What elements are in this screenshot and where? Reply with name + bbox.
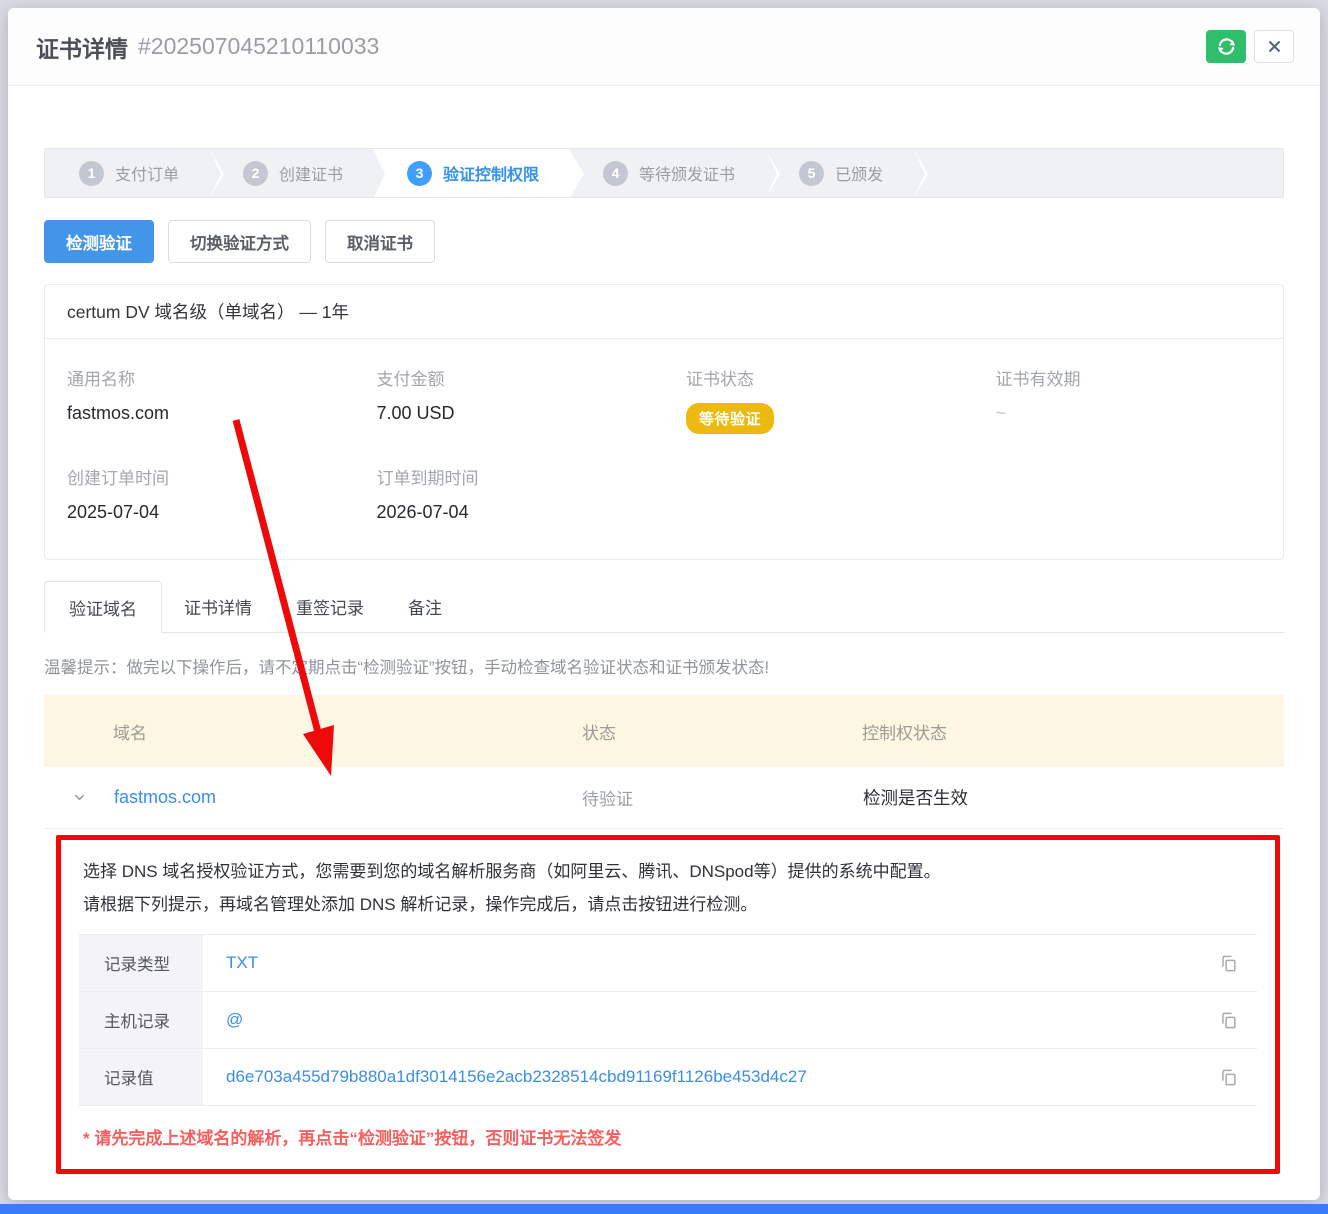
switch-method-button[interactable]: 切换验证方式: [168, 220, 311, 263]
page-title: 证书详情: [36, 30, 128, 64]
amount-value: 7.00 USD: [377, 403, 665, 424]
validity-value: ~: [996, 403, 1284, 424]
tab-cert-detail[interactable]: 证书详情: [162, 580, 274, 632]
dns-instruction-panel: 选择 DNS 域名授权验证方式，您需要到您的域名解析服务商（如阿里云、腾讯、DN…: [56, 835, 1280, 1174]
col-header-domain: 域名: [44, 719, 550, 744]
control-status: 检测是否生效: [830, 785, 1284, 810]
order-info-card: certum DV 域名级（单域名） — 1年 通用名称 fastmos.com…: [44, 284, 1284, 560]
step-label: 支付订单: [115, 161, 179, 185]
step-number: 4: [603, 161, 628, 186]
step-label: 等待颁发证书: [639, 161, 735, 185]
field-cert-status: 证书状态 等待验证: [664, 365, 974, 434]
dns-instruction-line1: 选择 DNS 域名授权验证方式，您需要到您的域名解析服务商（如阿里云、腾讯、DN…: [83, 856, 1257, 889]
field-label: 通用名称: [67, 365, 355, 390]
field-label: 创建订单时间: [67, 464, 355, 489]
step-label: 创建证书: [279, 161, 343, 185]
field-amount: 支付金额 7.00 USD: [355, 365, 665, 434]
step-number: 3: [407, 161, 432, 186]
domain-table: 域名 状态 控制权状态 fastmos.com 待验证 检测是否生效: [44, 695, 1284, 829]
step-wizard: 1 支付订单 2 创建证书 3 验证控制权限 4 等待颁发证书 5 已颁发: [44, 148, 1284, 198]
field-label: 证书有效期: [996, 365, 1284, 390]
record-label: 记录值: [79, 1049, 203, 1105]
field-common-name: 通用名称 fastmos.com: [45, 365, 355, 434]
modal-header: 证书详情 #202507045210110033: [8, 8, 1320, 86]
field-label: 订单到期时间: [377, 464, 665, 489]
record-row-type: 记录类型 TXT: [79, 935, 1257, 992]
step-verify-control: 3 验证控制权限: [373, 149, 569, 197]
field-label: 支付金额: [377, 365, 665, 390]
step-number: 1: [79, 161, 104, 186]
step-label: 已颁发: [835, 161, 883, 185]
tab-remark[interactable]: 备注: [386, 580, 464, 632]
detail-tabs: 验证域名 证书详情 重签记录 备注: [44, 580, 1284, 633]
step-label: 验证控制权限: [443, 161, 539, 185]
dns-warning-text: * 请先完成上述域名的解析，再点击“检测验证”按钮，否则证书无法签发: [79, 1124, 1257, 1149]
record-type-value: TXT: [203, 935, 1199, 991]
field-label: 证书状态: [686, 365, 974, 390]
col-header-status: 状态: [550, 719, 830, 744]
detect-verify-button[interactable]: 检测验证: [44, 220, 154, 263]
domain-table-header: 域名 状态 控制权状态: [44, 695, 1284, 767]
copy-record-type-button[interactable]: [1199, 935, 1257, 991]
field-created-time: 创建订单时间 2025-07-04: [45, 464, 355, 523]
record-host-value: @: [203, 992, 1199, 1048]
order-id: #202507045210110033: [138, 33, 379, 60]
record-label: 记录类型: [79, 935, 203, 991]
footer-strip: [0, 1204, 1328, 1214]
refresh-icon: [1216, 36, 1237, 57]
refresh-button[interactable]: [1206, 30, 1246, 63]
expire-value: 2026-07-04: [377, 502, 665, 523]
copy-icon: [1219, 954, 1238, 973]
domain-link[interactable]: fastmos.com: [114, 787, 216, 807]
tab-verify-domain[interactable]: 验证域名: [44, 581, 162, 633]
copy-record-host-button[interactable]: [1199, 992, 1257, 1048]
tab-reissue-record[interactable]: 重签记录: [274, 580, 386, 632]
record-row-value: 记录值 d6e703a455d79b880a1df3014156e2acb232…: [79, 1049, 1257, 1106]
status-badge: 等待验证: [686, 403, 774, 434]
copy-icon: [1219, 1011, 1238, 1030]
close-icon: [1267, 39, 1282, 54]
common-name-value: fastmos.com: [67, 403, 355, 424]
certificate-detail-modal: 证书详情 #202507045210110033: [8, 8, 1320, 1200]
close-button[interactable]: [1254, 30, 1294, 63]
cancel-cert-button[interactable]: 取消证书: [325, 220, 435, 263]
record-row-host: 主机记录 @: [79, 992, 1257, 1049]
field-expire-time: 订单到期时间 2026-07-04: [355, 464, 665, 523]
chevron-down-icon: [72, 790, 87, 805]
expand-toggle[interactable]: [44, 790, 114, 805]
domain-status: 待验证: [550, 785, 830, 810]
record-value-value: d6e703a455d79b880a1df3014156e2acb2328514…: [203, 1049, 1199, 1105]
created-value: 2025-07-04: [67, 502, 355, 523]
step-number: 5: [799, 161, 824, 186]
step-issued: 5 已颁发: [765, 149, 913, 197]
dns-record-table: 记录类型 TXT 主机记录 @: [79, 934, 1257, 1106]
dns-instruction-line2: 请根据下列提示，再域名管理处添加 DNS 解析记录，操作完成后，请点击按钮进行检…: [83, 889, 1257, 922]
notice-text: 温馨提示：做完以下操作后，请不定期点击“检测验证”按钮，手动检查域名验证状态和证…: [44, 654, 1284, 678]
step-number: 2: [243, 161, 268, 186]
step-pay-order: 1 支付订单: [45, 149, 209, 197]
copy-record-value-button[interactable]: [1199, 1049, 1257, 1105]
step-wait-issue: 4 等待颁发证书: [569, 149, 765, 197]
table-row: fastmos.com 待验证 检测是否生效: [44, 767, 1284, 829]
action-bar: 检测验证 切换验证方式 取消证书: [44, 220, 1284, 263]
step-create-cert: 2 创建证书: [209, 149, 373, 197]
product-title: certum DV 域名级（单域名） — 1年: [45, 285, 1283, 339]
record-label: 主机记录: [79, 992, 203, 1048]
col-header-control: 控制权状态: [830, 719, 1284, 744]
field-validity: 证书有效期 ~: [974, 365, 1284, 434]
copy-icon: [1219, 1068, 1238, 1087]
